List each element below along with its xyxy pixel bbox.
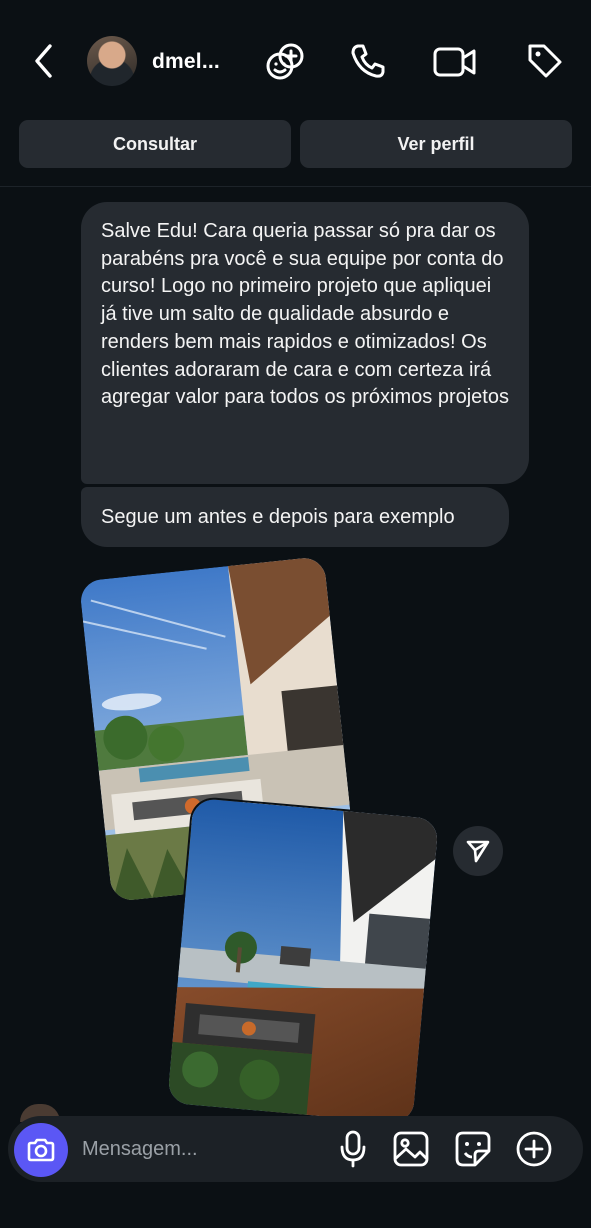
add-people-icon[interactable] [263, 40, 307, 84]
chat-username[interactable]: dmel... [152, 50, 220, 74]
phone-icon[interactable] [347, 40, 389, 82]
tag-icon[interactable] [523, 40, 565, 82]
back-chevron-icon[interactable] [26, 40, 62, 82]
plus-circle-icon[interactable] [513, 1128, 555, 1170]
avatar[interactable] [87, 36, 137, 86]
message-bubble[interactable]: Segue um antes e depois para exemplo [81, 487, 509, 547]
render-photo-after[interactable] [167, 797, 439, 1125]
message-input[interactable] [80, 1126, 324, 1172]
video-camera-icon[interactable] [432, 42, 478, 82]
header-divider [0, 186, 591, 187]
camera-icon[interactable] [14, 1123, 68, 1177]
message-bubble[interactable]: Salve Edu! Cara queria passar só pra dar… [81, 202, 529, 484]
consult-button[interactable]: Consultar [19, 120, 291, 168]
microphone-icon[interactable] [334, 1128, 372, 1170]
view-profile-button[interactable]: Ver perfil [300, 120, 572, 168]
gallery-icon[interactable] [390, 1128, 432, 1170]
share-button[interactable] [453, 826, 503, 876]
chat-header: dmel... [0, 0, 591, 120]
sticker-icon[interactable] [452, 1128, 494, 1170]
